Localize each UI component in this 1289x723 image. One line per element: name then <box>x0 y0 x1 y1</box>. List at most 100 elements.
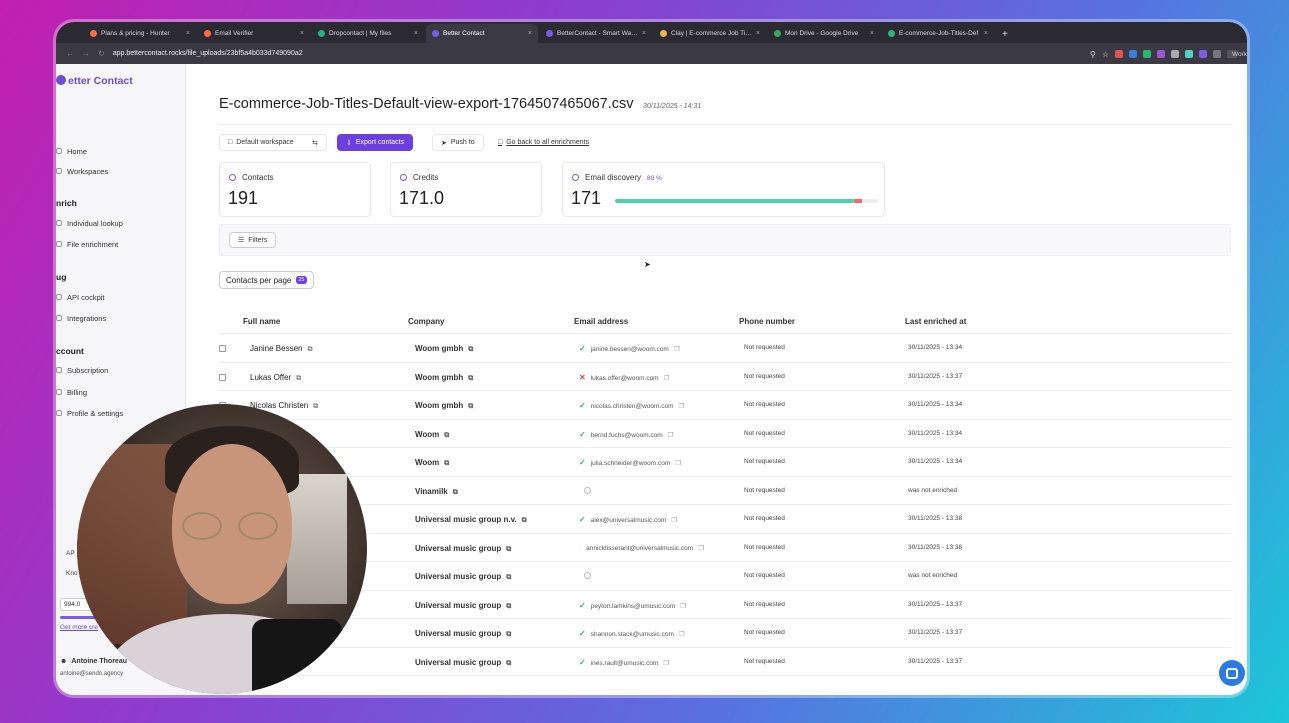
external-link-icon[interactable]: ⧉ <box>307 346 312 353</box>
company-name[interactable]: Woom gmbh ⧉ <box>415 401 473 411</box>
copy-icon[interactable]: ❐ <box>680 603 686 610</box>
email-text[interactable]: janine.bessen@woom.com <box>591 346 669 353</box>
email-text[interactable]: julia.schneider@woom.com <box>591 460 671 467</box>
column-header-full-name[interactable]: Full name <box>243 317 280 326</box>
new-tab-icon[interactable]: + <box>996 29 1014 43</box>
url-field[interactable]: app.bettercontact.rocks/file_uploads/23b… <box>113 50 1082 57</box>
external-link-icon[interactable]: ⧉ <box>313 403 318 410</box>
table-row[interactable]: Universal music group ⧉ ✓ ines.rault@umusic… <box>219 648 1231 676</box>
extension-icon[interactable] <box>1143 49 1151 58</box>
close-tab-icon[interactable]: × <box>414 30 418 37</box>
back-icon[interactable]: ← <box>66 49 74 58</box>
sidebar-item-subscription[interactable]: Subscription <box>56 366 110 375</box>
sidebar-item-file-enrichment[interactable]: File enrichment <box>56 240 118 249</box>
close-tab-icon[interactable]: × <box>756 30 760 37</box>
close-tab-icon[interactable]: × <box>528 30 532 37</box>
browser-tab[interactable]: BetterContact - Smart Waterf × <box>540 24 652 43</box>
external-link-icon[interactable]: ⧉ <box>522 517 527 524</box>
sidebar-knowledge-link[interactable]: Kno <box>66 570 78 577</box>
browser-tab[interactable]: Better Contact × <box>426 24 538 43</box>
column-header-last-enriched[interactable]: Last enriched at <box>905 317 966 326</box>
browser-tab[interactable]: E-commerce-Job-Titles-Def × <box>882 24 994 43</box>
reload-icon[interactable]: ↻ <box>98 49 105 58</box>
company-name[interactable]: Universal music group ⧉ <box>415 629 511 639</box>
sidebar-api-link[interactable]: AP <box>66 550 75 557</box>
download-icon[interactable] <box>1213 49 1221 58</box>
external-link-icon[interactable]: ⧉ <box>468 346 473 353</box>
copy-icon[interactable]: ❐ <box>679 403 685 410</box>
extension-icon[interactable] <box>1129 49 1137 58</box>
push-to-button[interactable]: ➤ Push to <box>432 134 484 151</box>
workspace-selector[interactable]: □ Default workspace ⇆ <box>219 134 327 151</box>
close-tab-icon[interactable]: × <box>870 30 874 37</box>
company-name[interactable]: Woom ⧉ <box>415 458 449 468</box>
external-link-icon[interactable]: ⧉ <box>506 546 511 553</box>
contact-name[interactable]: Janine Bessen ⧉ <box>250 344 312 354</box>
external-link-icon[interactable]: ⧉ <box>506 603 511 610</box>
table-row[interactable]: Universal music group ⧉ ✓ peyton.lamkins@um… <box>219 591 1231 619</box>
browser-tab[interactable]: Mon Drive - Google Drive × <box>768 24 880 43</box>
sidebar-item-workspaces[interactable]: Workspaces <box>56 167 110 176</box>
email-text[interactable]: annicktisserant@universalmusic.com <box>586 545 693 552</box>
sidebar-item-integrations[interactable]: Integrations <box>56 314 108 323</box>
copy-icon[interactable]: ❐ <box>675 460 681 467</box>
external-link-icon[interactable]: ⧉ <box>453 489 458 496</box>
company-name[interactable]: Universal music group n.v. ⧉ <box>415 515 527 525</box>
external-link-icon[interactable]: ⧉ <box>296 375 301 382</box>
email-text[interactable]: bernd.fuchs@woom.com <box>591 432 663 439</box>
email-text[interactable]: peyton.lamkins@umusic.com <box>591 603 676 610</box>
copy-icon[interactable]: ❐ <box>668 432 674 439</box>
copy-icon[interactable]: ❐ <box>663 660 669 667</box>
sidebar-item-billing[interactable]: Billing <box>56 388 89 397</box>
external-link-icon[interactable]: ⧉ <box>468 375 473 382</box>
sidebar-item-individual-lookup[interactable]: Individual lookup <box>56 219 123 228</box>
email-text[interactable]: alex@universalmusic.com <box>591 517 667 524</box>
company-name[interactable]: Universal music group ⧉ <box>415 601 511 611</box>
contacts-per-page-selector[interactable]: Contacts per page 25 <box>219 271 314 289</box>
chat-widget-button[interactable] <box>1219 660 1245 686</box>
company-name[interactable]: Woom gmbh ⧉ <box>415 373 473 383</box>
browser-tab[interactable]: Email Verifier × <box>198 24 310 43</box>
company-name[interactable]: Vinamilk ⧉ <box>415 487 458 497</box>
external-link-icon[interactable]: ⧉ <box>506 631 511 638</box>
extension-icon[interactable] <box>1171 49 1179 58</box>
row-checkbox[interactable] <box>219 373 226 381</box>
zoom-icon[interactable]: ⚲ <box>1090 50 1096 59</box>
sidebar-item-api-cockpit[interactable]: API cockpit <box>56 293 105 302</box>
table-row[interactable]: Janine Bessen ⧉ Woom gmbh ⧉ ✓ janine.bessen@w… <box>219 334 1231 363</box>
back-to-enrichments-link[interactable]: □ Go back to all enrichments <box>490 134 598 151</box>
column-header-phone[interactable]: Phone number <box>739 317 795 326</box>
export-contacts-button[interactable]: ⇩ Export contacts <box>337 134 414 151</box>
browser-tab[interactable]: Dropcontact | My files × <box>312 24 424 43</box>
sidebar-item-home[interactable]: Home <box>56 147 89 156</box>
forward-icon[interactable]: → <box>82 49 90 58</box>
company-name[interactable]: Universal music group ⧉ <box>415 544 511 554</box>
close-tab-icon[interactable]: × <box>186 30 190 37</box>
sidebar-item-profile-settings[interactable]: Profile & settings <box>56 409 123 418</box>
copy-icon[interactable]: ❐ <box>671 517 677 524</box>
table-row[interactable]: Universal music group ⧉ ✓ shannon.stack@umu… <box>219 619 1231 648</box>
table-row[interactable]: Universal music group ⧉ Not requested was n… <box>219 562 1231 591</box>
browser-tab[interactable]: Clay | E-commerce Job Titles × <box>654 24 766 43</box>
table-row[interactable]: Universal music group n.v. ⧉ ✓ alex@univers… <box>219 505 1231 534</box>
company-name[interactable]: Universal music group ⧉ <box>415 572 511 582</box>
external-link-icon[interactable]: ⧉ <box>506 574 511 581</box>
external-link-icon[interactable]: ⧉ <box>506 660 511 667</box>
external-link-icon[interactable]: ⧉ <box>468 403 473 410</box>
copy-icon[interactable]: ❐ <box>664 375 670 382</box>
table-row[interactable]: Vinamilk ⧉ Not requested was not enriched <box>219 477 1231 505</box>
close-tab-icon[interactable]: × <box>642 30 646 37</box>
copy-icon[interactable]: ❐ <box>698 545 704 552</box>
column-header-company[interactable]: Company <box>408 317 444 326</box>
table-row[interactable]: Lukas Offer ⧉ Woom gmbh ⧉ ✕ lukas.offer@woom.… <box>219 363 1231 391</box>
table-row[interactable]: Nicolas Christen ⧉ Woom gmbh ⧉ ✓ nicolas.chri… <box>219 391 1231 420</box>
contact-name[interactable]: Lukas Offer ⧉ <box>250 373 301 383</box>
extension-icon[interactable] <box>1157 49 1165 58</box>
extension-icon[interactable] <box>1115 49 1123 58</box>
close-tab-icon[interactable]: × <box>984 30 988 37</box>
close-tab-icon[interactable]: × <box>300 30 304 37</box>
row-checkbox[interactable] <box>219 345 226 352</box>
table-row[interactable]: Universal music group ⧉ · annicktisserant@u… <box>219 534 1231 562</box>
extension-icon[interactable] <box>1185 49 1193 58</box>
company-name[interactable]: Woom ⧉ <box>415 430 449 440</box>
